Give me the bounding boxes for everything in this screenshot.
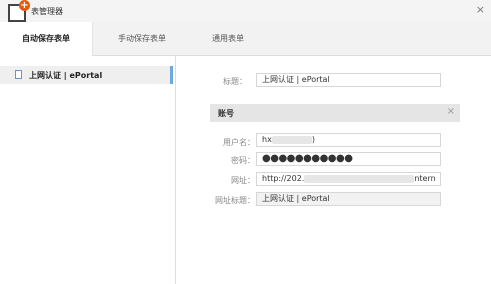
url-label: 网址： — [231, 176, 255, 185]
username-field[interactable]: hx) — [256, 133, 441, 147]
section-title: 账号 — [218, 109, 234, 118]
url-title-label: 网址标题： — [215, 196, 255, 205]
redacted-block — [304, 174, 415, 183]
url-field[interactable]: http://202. ntern — [256, 172, 441, 186]
document-icon — [15, 70, 22, 79]
url-suffix: ntern — [414, 174, 436, 183]
sidebar-item-label: 上网认证 | ePortal — [29, 71, 103, 80]
tab-manual-save[interactable]: 手动保存表单 — [101, 22, 183, 56]
tab-common-forms[interactable]: 通用表单 — [192, 22, 264, 56]
form-list-sidebar: 上网认证 | ePortal — [0, 56, 176, 284]
title-bar: + 表管理器 × — [0, 0, 491, 22]
app-logo-icon: + — [8, 0, 30, 22]
window-title: 表管理器 — [31, 7, 63, 16]
close-icon[interactable]: × — [447, 106, 455, 117]
add-badge-icon: + — [19, 0, 30, 11]
title-label: 标题： — [223, 77, 247, 86]
title-field[interactable]: 上网认证 | ePortal — [256, 73, 441, 87]
url-title-field[interactable]: 上网认证 | ePortal — [256, 192, 441, 206]
password-label: 密码： — [231, 156, 255, 165]
tab-bar: 自动保存表单 手动保存表单 通用表单 — [0, 22, 491, 57]
password-field[interactable]: ●●●●●●●●●●● — [256, 152, 441, 166]
url-prefix: http://202. — [262, 174, 305, 183]
sidebar-item-eportal[interactable]: 上网认证 | ePortal — [0, 66, 173, 84]
username-suffix: ) — [311, 135, 315, 144]
username-value: hx — [262, 135, 272, 144]
username-label: 用户名： — [223, 138, 255, 147]
close-icon[interactable]: × — [476, 4, 485, 16]
account-section-header: 账号 × — [210, 104, 460, 122]
tab-auto-save[interactable]: 自动保存表单 — [0, 22, 93, 57]
redacted-block — [271, 135, 312, 144]
